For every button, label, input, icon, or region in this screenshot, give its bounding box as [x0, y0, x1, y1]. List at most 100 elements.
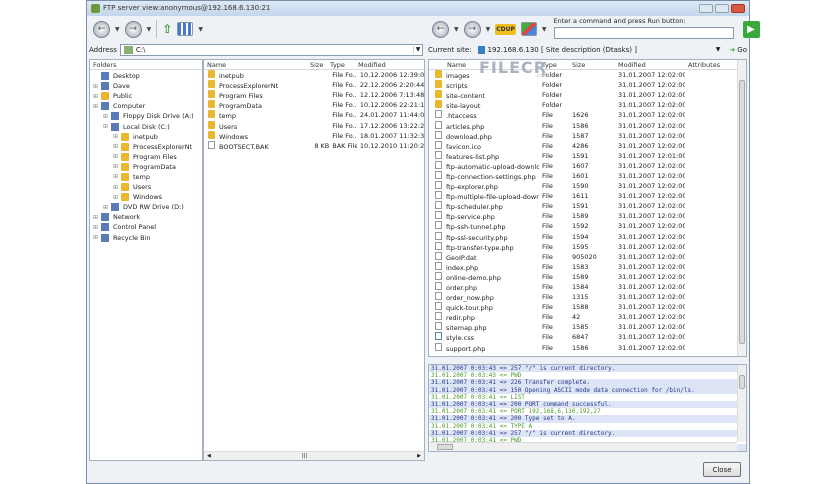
remote-file-row[interactable]: support.php File 1586 31.01.2007 12:02:00 [429, 342, 746, 353]
file-row[interactable]: inetpub File Fo... 10.12.2006 12:39:02 [204, 70, 424, 80]
log-vertical-scrollbar[interactable] [737, 365, 746, 442]
expander-icon[interactable]: ⊞ [93, 103, 101, 110]
remote-file-row[interactable]: features-list.php File 1591 31.01.2007 12:0… [429, 150, 746, 161]
tree-item[interactable]: ⊞ Dave [90, 81, 202, 91]
maximize-button[interactable] [715, 4, 729, 13]
remote-file-row[interactable]: sitemap.php File 1585 31.01.2007 12:02:00 [429, 322, 746, 332]
remote-file-row[interactable]: ftp-transfer-type.php File 1595 31.01.2007 … [429, 241, 746, 252]
remote-file-row[interactable]: .htaccess File 1626 31.01.2007 12:02:00 [429, 110, 746, 120]
expander-icon[interactable]: ⊞ [113, 133, 121, 140]
log-hscroll-thumb[interactable] [437, 444, 453, 450]
remote-file-row[interactable]: ftp-ssl-security.php File 1594 31.01.2007 1… [429, 231, 746, 242]
tree-item[interactable]: ⊞ ProcessExplorerNt [90, 142, 202, 152]
scroll-right-icon[interactable]: ▶ [417, 453, 421, 459]
close-window-button[interactable] [731, 4, 745, 13]
site-dropdown-icon[interactable]: ▼ [716, 46, 721, 53]
cdup-button[interactable]: CDUP [495, 23, 516, 35]
tree-item[interactable]: ⊞ Control Panel [90, 222, 202, 232]
expander-icon[interactable]: ⊞ [93, 83, 101, 90]
vertical-scrollbar[interactable] [737, 60, 746, 356]
file-row[interactable]: Users File Fo... 17.12.2006 13:22:26 [204, 120, 424, 131]
remote-file-row[interactable]: images Folder 31.01.2007 12:02:00 [429, 70, 746, 80]
tree-item[interactable]: ⊞ Network [90, 212, 202, 222]
expander-icon[interactable]: ⊞ [93, 234, 101, 241]
tree-item[interactable]: ⊞ Recycle Bin [90, 233, 202, 243]
tree-item[interactable]: ⊞ inetpub [90, 132, 202, 142]
forward-dropdown-icon[interactable]: ▼ [147, 26, 152, 33]
column-header-attributes[interactable]: Attributes [685, 61, 725, 69]
remote-file-row[interactable]: quick-tour.php File 1588 31.01.2007 12:02:0… [429, 302, 746, 312]
remote-file-row[interactable]: ftp-explorer.php File 1590 31.01.2007 12:02… [429, 181, 746, 191]
tree-item[interactable]: ⊞ DVD RW Drive (D:) [90, 202, 202, 212]
tree-item[interactable]: ⊞ ProgramData [90, 162, 202, 172]
tree-item[interactable]: ⊞ Computer [90, 101, 202, 111]
expander-icon[interactable]: ⊞ [113, 153, 121, 160]
column-header-modified[interactable]: Modified [356, 61, 424, 69]
go-button[interactable]: ➔ Go [729, 46, 747, 54]
file-row[interactable]: Windows File Fo... 18.01.2007 11:32:38 [204, 130, 424, 141]
remote-forward-dropdown-icon[interactable]: ▼ [486, 26, 491, 33]
minimize-button[interactable] [699, 4, 713, 13]
expander-icon[interactable]: ⊞ [103, 123, 111, 130]
expander-icon[interactable]: ⊞ [113, 184, 121, 191]
remote-file-row[interactable]: order_now.php File 1315 31.01.2007 12:02:00 [429, 292, 746, 302]
current-site-select[interactable]: 192.168.6.130 [ Site description (Dtasks… [475, 44, 727, 56]
column-header-size[interactable]: Size [308, 61, 328, 69]
tree-item[interactable]: Desktop [90, 71, 202, 81]
expander-icon[interactable]: ⊞ [93, 224, 101, 231]
sites-dropdown-icon[interactable]: ▼ [542, 26, 547, 33]
remote-file-row[interactable]: download.php File 1587 31.01.2007 12:02:00 [429, 130, 746, 141]
views-icon[interactable] [177, 22, 194, 36]
remote-file-row[interactable]: order.php File 1584 31.01.2007 12:02:00 [429, 282, 746, 292]
remote-file-row[interactable]: scripts Folder 31.01.2007 12:02:00 [429, 80, 746, 90]
expander-icon[interactable]: ⊞ [103, 204, 111, 211]
forward-button[interactable]: → [124, 20, 142, 38]
column-header-type[interactable]: Type [328, 61, 356, 69]
remote-file-row[interactable]: index.php File 1583 31.01.2007 12:02:00 [429, 261, 746, 272]
file-row[interactable]: ProgramData File Fo... 10.12.2006 22:21:16 [204, 100, 424, 110]
back-dropdown-icon[interactable]: ▼ [115, 26, 120, 33]
file-row[interactable]: Program Files File Fo... 12.12.2006 7:13:4… [204, 90, 424, 100]
remote-file-row[interactable]: ftp-ssh-tunnel.php File 1592 31.01.2007 12:… [429, 221, 746, 231]
remote-file-row[interactable]: site-layout Folder 31.01.2007 12:02:00 [429, 100, 746, 110]
tree-item[interactable]: ⊞ Windows [90, 192, 202, 202]
column-header-size[interactable]: Size [569, 61, 615, 69]
remote-file-row[interactable]: articles.php File 1586 31.01.2007 12:02:00 [429, 120, 746, 131]
log-horizontal-scrollbar[interactable] [429, 442, 737, 451]
tree-item[interactable]: ⊞ Public [90, 91, 202, 101]
expander-icon[interactable]: ⊞ [93, 214, 101, 221]
scroll-grip-icon[interactable]: ||| [302, 453, 307, 459]
remote-file-row[interactable]: online-demo.php File 1589 31.01.2007 12:02:… [429, 271, 746, 282]
scroll-left-icon[interactable]: ◀ [207, 453, 211, 459]
remote-file-row[interactable]: ftp-connection-settings.php File 1601 31.01… [429, 170, 746, 181]
expander-icon[interactable]: ⊞ [113, 194, 121, 201]
remote-file-row[interactable]: ftp-multiple-file-upload-download.phpFil… [429, 191, 746, 201]
remote-back-dropdown-icon[interactable]: ▼ [454, 26, 459, 33]
up-folder-icon[interactable]: ⇧ [162, 22, 172, 36]
expander-icon[interactable]: ⊞ [103, 113, 111, 120]
remote-file-row[interactable]: style.css File 6847 31.01.2007 12:02:00 [429, 332, 746, 342]
sites-icon[interactable] [520, 22, 537, 36]
remote-file-row[interactable]: site-content Folder 31.01.2007 12:02:00 [429, 90, 746, 100]
file-row[interactable]: temp File Fo... 24.01.2007 11:44:08 [204, 110, 424, 120]
tree-item[interactable]: ⊞ temp [90, 172, 202, 182]
expander-icon[interactable]: ⊞ [113, 173, 121, 180]
run-button[interactable]: ▶ [742, 20, 760, 38]
column-header-name[interactable]: Name [204, 61, 308, 69]
remote-file-row[interactable]: GeoIP.dat File 905020 31.01.2007 12:02:00 [429, 251, 746, 262]
tree-item[interactable]: ⊞ Floppy Disk Drive (A:) [90, 111, 202, 121]
views-dropdown-icon[interactable]: ▼ [198, 26, 203, 33]
back-button[interactable]: ← [93, 20, 110, 38]
expander-icon[interactable]: ⊞ [93, 93, 101, 100]
log-scroll-thumb[interactable] [739, 375, 745, 389]
column-header-modified[interactable]: Modified [615, 61, 685, 69]
remote-file-row[interactable]: favicon.ico File 4286 31.01.2007 12:02:00 [429, 140, 746, 151]
expander-icon[interactable]: ⊞ [113, 143, 121, 150]
close-button[interactable]: Close [703, 462, 741, 477]
remote-back-button[interactable]: ← [432, 20, 449, 38]
file-row[interactable]: ProcessExplorerNt File Fo... 22.12.2006 2:… [204, 80, 424, 90]
remote-file-row[interactable]: redir.php File 42 31.01.2007 12:02:00 [429, 312, 746, 322]
file-row[interactable]: BOOTSECT.BAK 8 KB BAK File 10.12.2010 11:20… [204, 140, 424, 151]
expander-icon[interactable]: ⊞ [113, 163, 121, 170]
remote-file-row[interactable]: ftp-scheduler.php File 1591 31.01.2007 12:0… [429, 201, 746, 211]
